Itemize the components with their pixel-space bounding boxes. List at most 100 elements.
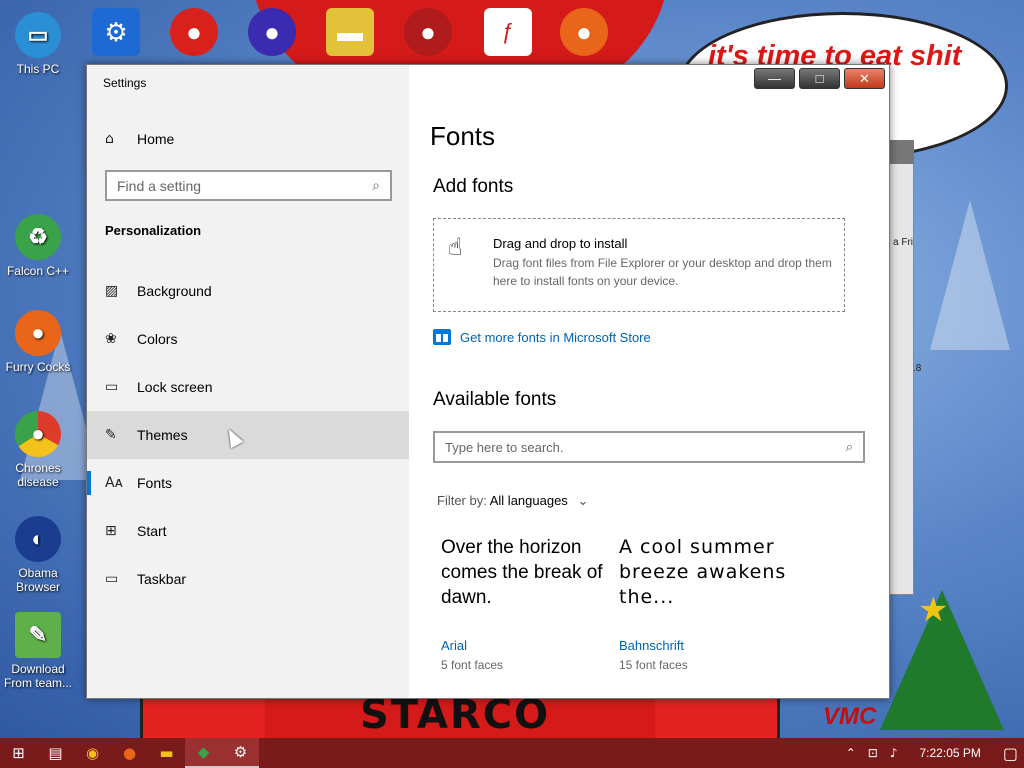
notification-icon[interactable]: ▢ — [1003, 744, 1018, 763]
font-card-bahnschrift[interactable]: A cool summer breeze awakens the... Bahn… — [619, 535, 789, 672]
sidebar-item-background[interactable]: ▨ Background — [87, 267, 409, 315]
window-title: Settings — [103, 76, 147, 90]
file-explorer-icon[interactable]: ▬ — [148, 738, 185, 768]
font-sample: A cool summer breeze awakens the... — [619, 536, 787, 608]
sidebar-item-label: Background — [137, 283, 212, 299]
find-setting-input[interactable]: Find a setting ⌕ — [105, 170, 392, 201]
start-icon[interactable]: ⊞ — [0, 738, 37, 768]
close-button[interactable]: ✕ — [844, 68, 885, 89]
sidebar-item-start[interactable]: ⊞ Start — [87, 507, 409, 555]
settings-icon[interactable]: ⚙ — [222, 738, 259, 768]
hand-pointer-icon: ☝ — [448, 233, 463, 261]
network-icon[interactable]: ⊡ — [868, 746, 878, 760]
sidebar-item-fonts[interactable]: Aᴀ Fonts — [87, 459, 409, 507]
bomb-icon[interactable]: ● — [404, 8, 452, 56]
store-icon — [433, 329, 451, 345]
desktop-icon-falcon[interactable]: ♻ Falcon C++ — [0, 214, 76, 278]
task-view-icon[interactable]: ▤ — [37, 738, 74, 768]
clock[interactable]: 7:22:05 PM — [920, 746, 981, 760]
sidebar-item-lock-screen[interactable]: ▭ Lock screen — [87, 363, 409, 411]
font-search-input[interactable]: Type here to search. ⌕ — [433, 431, 865, 463]
sidebar-item-label: Themes — [137, 427, 188, 443]
store-link-label: Get more fonts in Microsoft Store — [460, 329, 651, 345]
sandwich-icon[interactable]: ▬ — [326, 8, 374, 56]
firefox-icon[interactable]: ● — [111, 738, 148, 768]
obama-icon: ◐ — [15, 516, 61, 562]
desktop-icon-obama-browser[interactable]: ◐ Obama Browser — [0, 516, 76, 594]
fonts-page: Fonts Add fonts ☝ Drag and drop to insta… — [409, 65, 889, 698]
picture-icon: ▨ — [105, 283, 119, 299]
sidebar-item-home[interactable]: ⌂ Home — [87, 125, 409, 153]
minimize-button[interactable]: — — [754, 68, 795, 89]
flash-swf-icon[interactable]: ƒ — [484, 8, 532, 56]
font-name: Arial — [441, 638, 468, 653]
desktop-icon-label: Chrones disease — [15, 461, 61, 489]
drop-description: Drag font files from File Explorer or yo… — [493, 256, 832, 288]
monitor-icon: ▭ — [15, 12, 61, 58]
desktop-icon-download[interactable]: ✎ Download From team... — [0, 612, 76, 690]
brush-icon: ✎ — [105, 427, 117, 443]
desktop-icon-chrome[interactable]: ● Chrones disease — [0, 411, 76, 489]
drop-title: Drag and drop to install — [493, 236, 628, 251]
taskbar-icon: ▭ — [105, 571, 119, 587]
ornament-icon[interactable]: ● — [248, 8, 296, 56]
available-fonts-heading: Available fonts — [433, 389, 557, 410]
font-drop-zone[interactable]: ☝ Drag and drop to install Drag font fil… — [433, 218, 845, 312]
desktop-icon-label: Furry Cocks — [5, 360, 71, 374]
star-icon: ★ — [918, 591, 949, 629]
chrome-icon[interactable]: ◉ — [74, 738, 111, 768]
sidebar-item-colors[interactable]: ❀ Colors — [87, 315, 409, 363]
font-face-count: 5 font faces — [441, 658, 504, 672]
sidebar-item-label: Home — [137, 131, 175, 147]
home-icon: ⌂ — [105, 131, 114, 147]
settings-sidebar: Settings ⌂ Home Find a setting ⌕ Persona… — [87, 65, 409, 698]
search-icon: ⌕ — [845, 439, 853, 455]
background-window-text: a Fri — [893, 237, 913, 248]
fonts-icon: Aᴀ — [105, 475, 123, 491]
window-controls: — □ ✕ — [754, 68, 885, 89]
filter-value: All languages — [489, 493, 568, 508]
sidebar-item-taskbar[interactable]: ▭ Taskbar — [87, 555, 409, 603]
desktop-icon-firefox[interactable]: ● Furry Cocks — [0, 310, 76, 374]
font-name: Bahnschrift — [619, 638, 685, 653]
font-sample: Over the horizon comes the break of dawn… — [441, 537, 603, 608]
firefox-icon[interactable]: ● — [560, 8, 608, 56]
recycle-icon: ♻ — [15, 214, 61, 260]
maximize-button[interactable]: □ — [799, 68, 840, 89]
desktop-icon-this-pc[interactable]: ▭ This PC — [0, 12, 76, 76]
volume-icon[interactable]: ♪ — [890, 746, 898, 760]
add-fonts-heading: Add fonts — [433, 176, 514, 197]
sidebar-item-label: Start — [137, 523, 167, 539]
red-creature-icon[interactable]: ● — [170, 8, 218, 56]
font-face-count: 15 font faces — [619, 658, 688, 672]
desktop-icon-label: Download From team... — [3, 662, 72, 690]
search-placeholder: Find a setting — [117, 177, 202, 194]
firefox-icon: ● — [15, 310, 61, 356]
sidebar-item-themes[interactable]: ✎ Themes — [87, 411, 409, 459]
chevron-up-icon[interactable]: ⌃ — [846, 746, 856, 760]
sidebar-item-label: Taskbar — [137, 571, 187, 587]
settings-window: Settings ⌂ Home Find a setting ⌕ Persona… — [86, 64, 890, 699]
corner-text: VMC — [823, 703, 877, 730]
app-icon[interactable]: ◆ — [185, 738, 222, 768]
sidebar-item-label: Colors — [137, 331, 178, 347]
language-filter[interactable]: Filter by: All languages ⌄ — [437, 493, 588, 509]
lock-screen-icon: ▭ — [105, 379, 119, 395]
gear-icon[interactable]: ⚙ — [92, 8, 140, 56]
chrome-icon: ● — [15, 411, 61, 457]
sidebar-item-label: Fonts — [137, 475, 173, 491]
font-search-placeholder: Type here to search. — [445, 439, 564, 455]
page-title: Fonts — [430, 121, 496, 151]
palette-icon: ❀ — [105, 331, 117, 347]
taskbar: ⊞ ▤ ◉ ● ▬ ◆ ⚙ ⌃ ⊡ ♪ 7:22:05 PM ▢ — [0, 738, 1024, 768]
section-heading: Personalization — [105, 223, 202, 238]
search-icon: ⌕ — [372, 177, 380, 194]
background-window-number: .8 — [913, 363, 922, 374]
desktop-icon-label: This PC — [16, 62, 60, 76]
tree-silhouette — [930, 200, 1010, 350]
filter-label: Filter by: — [437, 493, 487, 508]
microsoft-store-link[interactable]: Get more fonts in Microsoft Store — [433, 329, 651, 345]
font-card-arial[interactable]: Over the horizon comes the break of dawn… — [441, 535, 611, 672]
desktop-icon-label: Obama Browser — [15, 566, 60, 594]
start-icon: ⊞ — [105, 523, 117, 539]
